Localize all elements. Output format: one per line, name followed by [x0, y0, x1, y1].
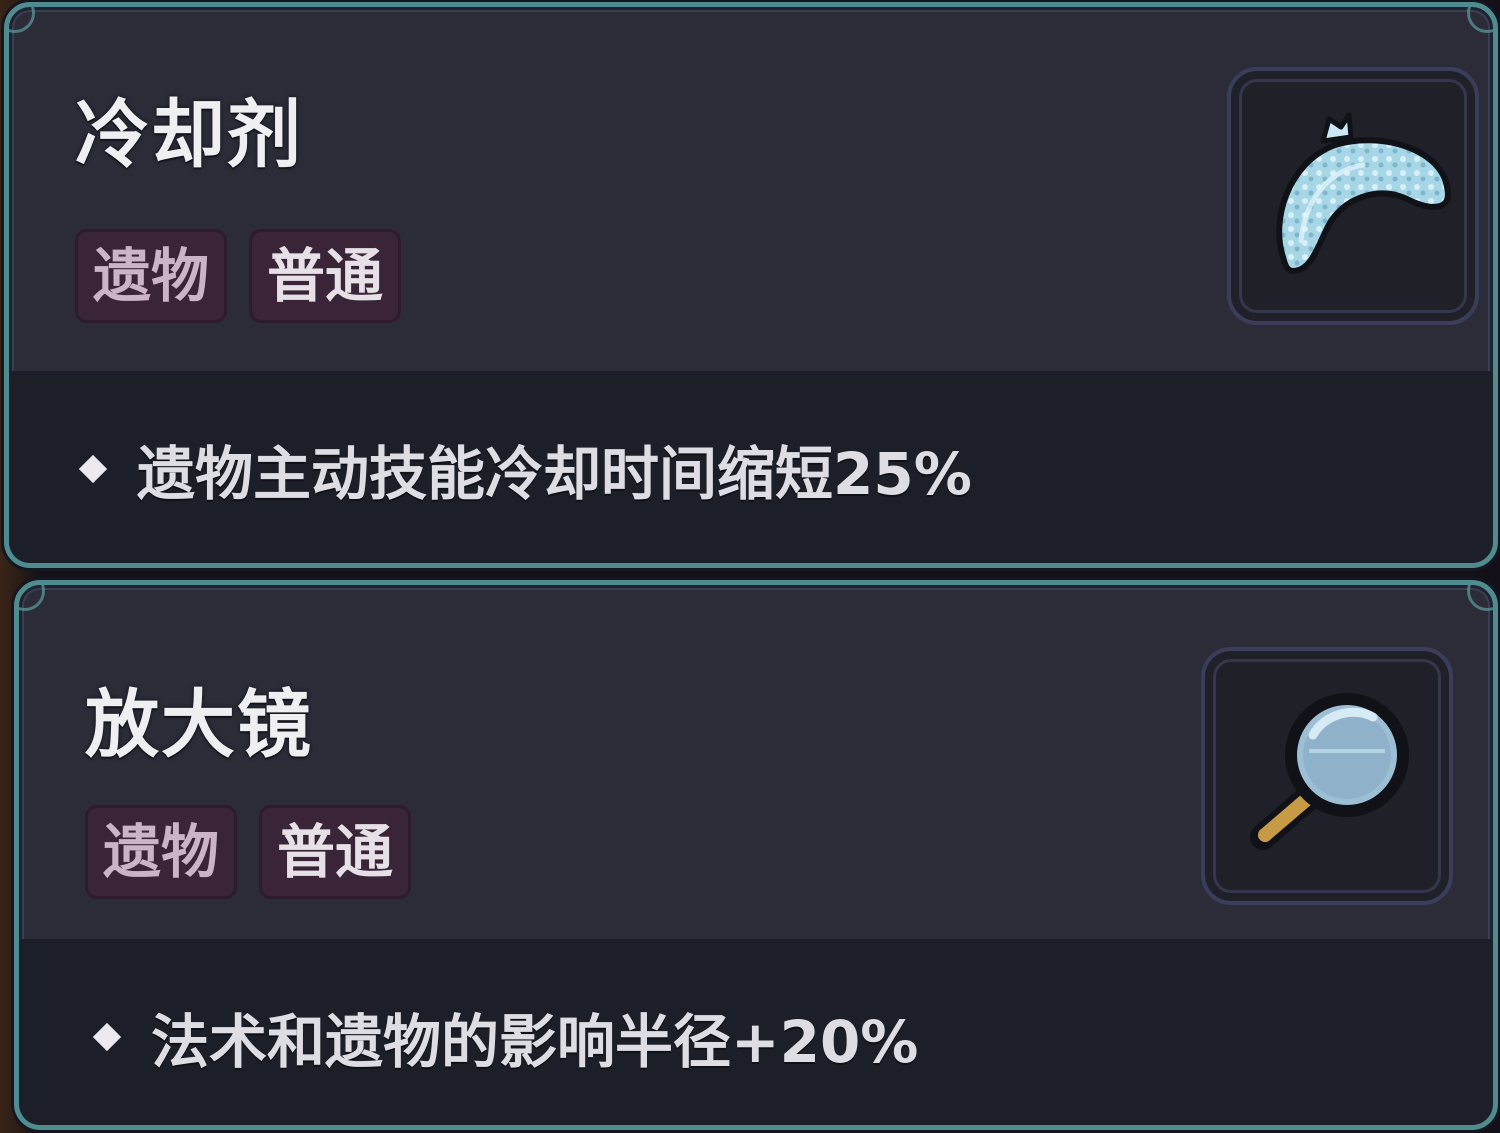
relic-title: 放大镜: [85, 682, 313, 768]
relic-effect: 遗物主动技能冷却时间缩短25%: [78, 427, 972, 511]
bullet-diamond-icon: [78, 454, 108, 484]
corner-ornament: [19, 585, 45, 611]
corner-ornament: [9, 7, 35, 33]
relic-tooltip-stack: 冷却剂 遗物 普通 遗物主动技能冷却时间缩短25% 放大镜 遗物 普通 法术和遗…: [0, 0, 1500, 1133]
relic-tags: 遗物 普通: [75, 229, 401, 323]
tag-type: 遗物: [85, 805, 237, 899]
bullet-diamond-icon: [92, 1022, 122, 1052]
relic-tags: 遗物 普通: [85, 805, 411, 899]
relic-card-coolant[interactable]: 冷却剂 遗物 普通 遗物主动技能冷却时间缩短25%: [4, 2, 1498, 568]
relic-effect-text: 法术和遗物的影响半径+20%: [151, 1008, 919, 1076]
tag-rarity: 普通: [249, 229, 401, 323]
ice-pack-icon: [1276, 112, 1451, 274]
corner-ornament: [1467, 7, 1493, 33]
relic-effect: 法术和遗物的影响半径+20%: [92, 995, 919, 1079]
relic-icon-frame: [1227, 67, 1479, 325]
relic-card-magnifier[interactable]: 放大镜 遗物 普通 法术和遗物的影响半径+20%: [14, 580, 1498, 1130]
magnifying-glass-icon: [1250, 693, 1409, 850]
tag-type: 遗物: [75, 229, 227, 323]
relic-title: 冷却剂: [75, 92, 303, 178]
relic-effect-text: 遗物主动技能冷却时间缩短25%: [137, 440, 972, 508]
relic-icon-frame: [1201, 647, 1453, 905]
corner-ornament: [1467, 585, 1493, 611]
tag-rarity: 普通: [259, 805, 411, 899]
